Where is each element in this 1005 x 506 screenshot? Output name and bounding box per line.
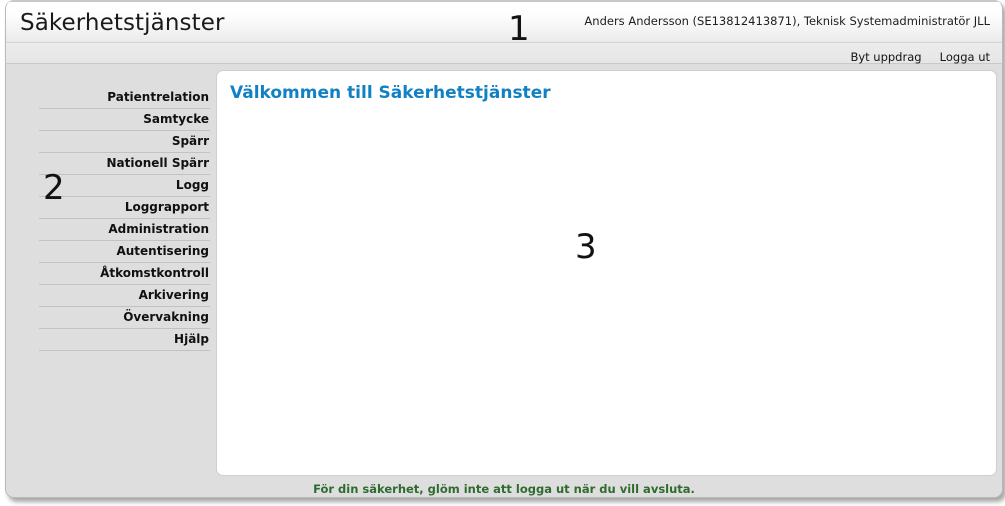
sidebar-item-loggrapport[interactable]: Loggrapport — [39, 197, 210, 219]
sidebar-item-hjalp[interactable]: Hjälp — [39, 329, 210, 351]
sidebar-item-nationell-sparr[interactable]: Nationell Spärr — [39, 153, 210, 175]
header-links-bar: Byt uppdrag Logga ut — [6, 43, 1002, 64]
sidebar-item-arkivering[interactable]: Arkivering — [39, 285, 210, 307]
sidebar-item-administration[interactable]: Administration — [39, 219, 210, 241]
sidebar-item-sparr[interactable]: Spärr — [39, 131, 210, 153]
page-header: Säkerhetstjänster Anders Andersson (SE13… — [6, 0, 1002, 43]
page-title: Säkerhetstjänster — [20, 10, 225, 36]
body-region: Patientrelation Samtycke Spärr Nationell… — [6, 64, 1002, 478]
sidebar-navigation: Patientrelation Samtycke Spärr Nationell… — [39, 87, 210, 351]
welcome-heading: Välkommen till Säkerhetstjänster — [230, 83, 551, 103]
switch-assignment-link[interactable]: Byt uppdrag — [850, 50, 921, 64]
logout-link[interactable]: Logga ut — [940, 50, 990, 64]
sidebar-item-samtycke[interactable]: Samtycke — [39, 109, 210, 131]
footer-message: För din säkerhet, glöm inte att logga ut… — [313, 482, 695, 496]
header-links: Byt uppdrag Logga ut — [837, 46, 990, 65]
main-content-panel: Välkommen till Säkerhetstjänster — [216, 70, 997, 476]
sidebar-item-patientrelation[interactable]: Patientrelation — [39, 87, 210, 109]
application-window: Säkerhetstjänster Anders Andersson (SE13… — [5, 0, 1003, 498]
sidebar-item-logg[interactable]: Logg — [39, 175, 210, 197]
sidebar-item-atkomstkontroll[interactable]: Åtkomstkontroll — [39, 263, 210, 285]
page-footer: För din säkerhet, glöm inte att logga ut… — [6, 478, 1002, 497]
sidebar-item-autentisering[interactable]: Autentisering — [39, 241, 210, 263]
sidebar-item-overvakning[interactable]: Övervakning — [39, 307, 210, 329]
user-info-label: Anders Andersson (SE13812413871), Teknis… — [584, 14, 990, 28]
